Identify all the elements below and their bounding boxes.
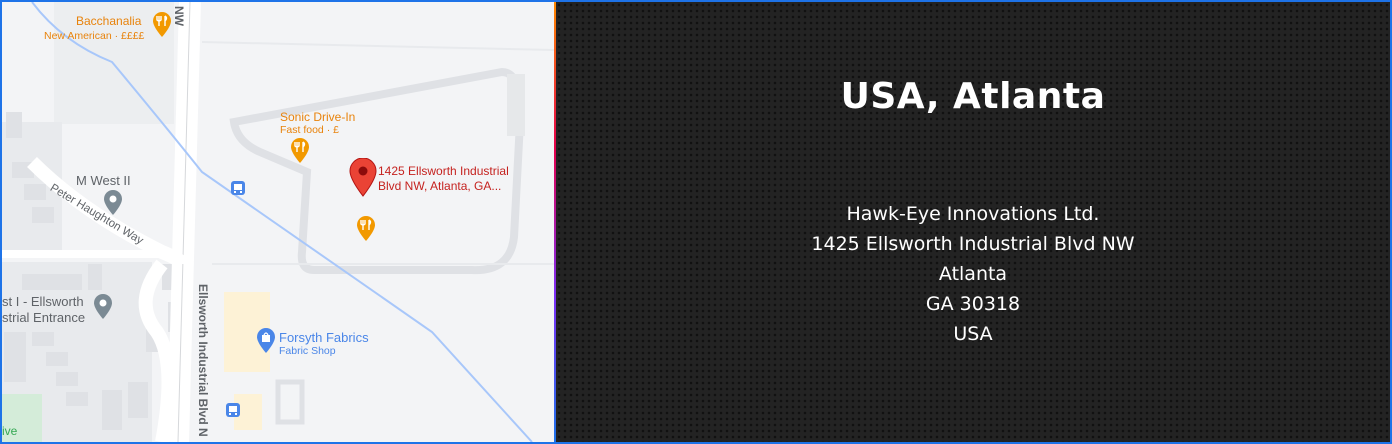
place-label-ive: ive — [2, 424, 18, 438]
office-title: USA, Atlanta — [840, 76, 1106, 117]
place-sub-sonic: Fast food · £ — [280, 124, 339, 136]
place-label-sonic[interactable]: Sonic Drive-In — [280, 110, 355, 124]
map-embed[interactable]: Bacchanalia New American · ££££ NW Sonic… — [2, 2, 554, 442]
place-sub-bacchanalia: New American · ££££ — [44, 30, 145, 42]
address-line-company: Hawk-Eye Innovations Ltd. — [846, 203, 1100, 225]
place-label-bacchanalia[interactable]: Bacchanalia — [76, 14, 141, 28]
bus-stop-icon[interactable] — [231, 181, 245, 195]
address-line-postcode: GA 30318 — [925, 293, 1021, 315]
address-line-street: 1425 Ellsworth Industrial Blvd NW — [811, 233, 1135, 255]
office-info-panel: USA, Atlanta Hawk-Eye Innovations Ltd. 1… — [556, 2, 1390, 442]
place-label-forsyth[interactable]: Forsyth Fabrics — [279, 330, 369, 345]
office-card: Bacchanalia New American · ££££ NW Sonic… — [0, 0, 1392, 444]
place-marker-icon[interactable] — [103, 190, 123, 216]
place-label-target-line2: Blvd NW, Atlanta, GA... — [378, 179, 502, 193]
address-line-city: Atlanta — [938, 263, 1008, 285]
restaurant-icon[interactable] — [152, 12, 172, 38]
road-label-nw: NW — [172, 6, 186, 26]
address-line-country: USA — [953, 323, 993, 345]
map-service-road — [275, 379, 305, 425]
restaurant-icon[interactable] — [290, 138, 310, 164]
place-label-target-line1[interactable]: 1425 Ellsworth Industrial — [378, 164, 509, 178]
place-label-mwest[interactable]: M West II — [76, 173, 131, 188]
restaurant-icon[interactable] — [356, 216, 376, 242]
place-sub-forsyth: Fabric Shop — [279, 345, 336, 357]
place-label-west-one-line1[interactable]: st I - Ellsworth — [2, 294, 84, 309]
road-label-ellsworth: Ellsworth Industrial Blvd N — [196, 284, 210, 437]
map-road-minor — [201, 41, 554, 51]
map-block — [507, 74, 525, 136]
shopping-bag-icon[interactable] — [256, 328, 276, 354]
office-address: Hawk-Eye Innovations Ltd. 1425 Ellsworth… — [556, 199, 1390, 349]
map-base — [2, 2, 554, 442]
location-pin-icon[interactable] — [348, 158, 378, 198]
place-label-west-one-line2: strial Entrance — [2, 310, 86, 325]
place-marker-icon[interactable] — [93, 294, 113, 320]
bus-stop-icon[interactable] — [226, 403, 240, 417]
